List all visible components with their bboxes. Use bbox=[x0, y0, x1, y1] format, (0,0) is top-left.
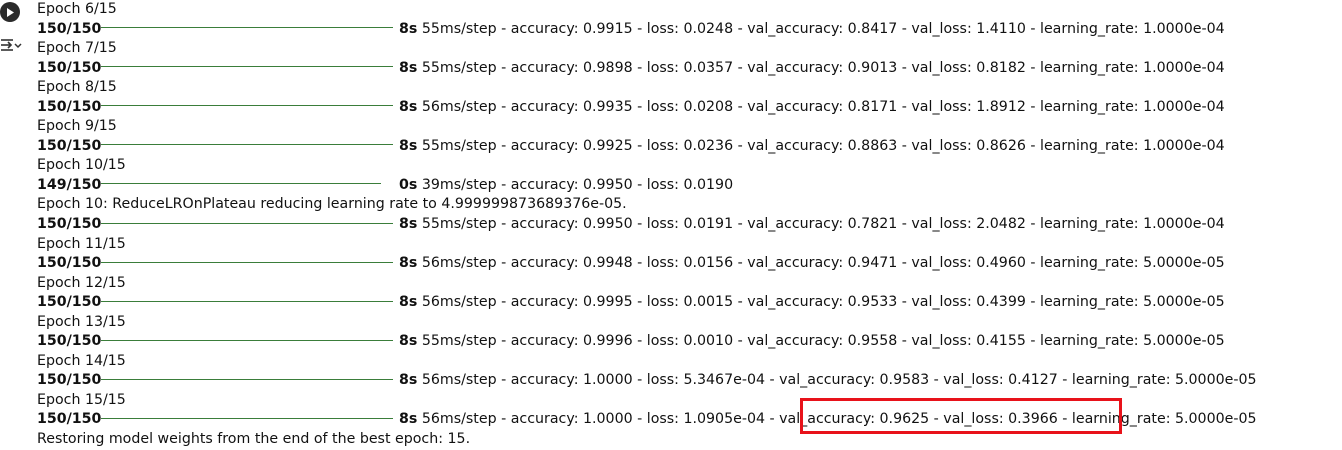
progress-bar bbox=[101, 378, 393, 380]
epoch-time: 8s bbox=[399, 20, 418, 37]
progress-bar bbox=[101, 66, 393, 68]
epoch-time: 8s bbox=[399, 216, 418, 233]
epoch-time: 8s bbox=[399, 137, 418, 154]
output-text-line: Epoch 9/15 bbox=[37, 118, 117, 135]
progress-bar bbox=[101, 300, 393, 302]
progress-bar bbox=[101, 261, 393, 263]
progress-bar bbox=[101, 27, 393, 29]
progress-line: 150/150 8s 55ms/step - accuracy: 0.9996 -… bbox=[37, 332, 1337, 352]
metrics-text: 56ms/step - accuracy: 0.9995 - loss: 0.0… bbox=[417, 294, 1225, 311]
progress-bar bbox=[101, 183, 381, 185]
progress-line: 150/150 8s 56ms/step - accuracy: 0.9995 -… bbox=[37, 293, 1337, 313]
step-count: 150/150 bbox=[37, 372, 102, 389]
cell-output: Epoch 6/15 150/150 8s 55ms/step - accuracy… bbox=[37, 0, 1337, 450]
progress-line: 150/150 8s 55ms/step - accuracy: 0.9898 -… bbox=[37, 59, 1337, 79]
metrics-text: 39ms/step - accuracy: 0.9950 - loss: 0.0… bbox=[417, 176, 734, 193]
output-text-line: Restoring model weights from the end of … bbox=[37, 431, 471, 448]
output-text-line: Epoch 8/15 bbox=[37, 79, 117, 96]
metrics-text: 55ms/step - accuracy: 0.9898 - loss: 0.0… bbox=[417, 59, 1225, 76]
output-toggle-icon[interactable] bbox=[0, 37, 24, 53]
output-text-line: Epoch 10/15 bbox=[37, 157, 126, 174]
epoch-time: 8s bbox=[399, 255, 418, 272]
progress-line: 150/150 8s 56ms/step - accuracy: 1.0000 -… bbox=[37, 371, 1337, 391]
progress-line: 150/150 8s 56ms/step - accuracy: 0.9948 -… bbox=[37, 254, 1337, 274]
progress-bar bbox=[101, 417, 393, 419]
output-text-line: Epoch 7/15 bbox=[37, 40, 117, 57]
step-count: 150/150 bbox=[37, 137, 102, 154]
progress-bar bbox=[101, 339, 393, 341]
play-icon[interactable] bbox=[0, 2, 20, 22]
output-text-line: Epoch 14/15 bbox=[37, 352, 126, 369]
epoch-time: 8s bbox=[399, 411, 418, 428]
output-text-line: Epoch 15/15 bbox=[37, 391, 126, 408]
metrics-text: 56ms/step - accuracy: 0.9948 - loss: 0.0… bbox=[417, 255, 1225, 272]
cell-gutter bbox=[0, 0, 36, 445]
epoch-time: 8s bbox=[399, 294, 418, 311]
progress-line: 150/150 8s 56ms/step - accuracy: 1.0000 -… bbox=[37, 410, 1337, 430]
step-count: 150/150 bbox=[37, 333, 102, 350]
progress-line: 150/150 8s 56ms/step - accuracy: 0.9935 -… bbox=[37, 98, 1337, 118]
output-text-line: Epoch 13/15 bbox=[37, 313, 126, 330]
step-count: 150/150 bbox=[37, 98, 102, 115]
epoch-time: 8s bbox=[399, 372, 418, 389]
output-text-line: Epoch 11/15 bbox=[37, 235, 126, 252]
step-count: 150/150 bbox=[37, 411, 102, 428]
progress-line: 150/150 8s 55ms/step - accuracy: 0.9950 -… bbox=[37, 215, 1337, 235]
metrics-text: 56ms/step - accuracy: 0.9935 - loss: 0.0… bbox=[417, 98, 1225, 115]
progress-bar bbox=[101, 105, 393, 107]
progress-line: 149/150 0s 39ms/step - accuracy: 0.9950 -… bbox=[37, 176, 1337, 196]
step-count: 150/150 bbox=[37, 59, 102, 76]
epoch-time: 8s bbox=[399, 333, 418, 350]
metrics-text: 55ms/step - accuracy: 0.9915 - loss: 0.0… bbox=[417, 20, 1225, 37]
epoch-time: 8s bbox=[399, 98, 418, 115]
metrics-text: 55ms/step - accuracy: 0.9996 - loss: 0.0… bbox=[417, 333, 1225, 350]
output-text-line: Epoch 6/15 bbox=[37, 1, 117, 17]
metrics-text: 55ms/step - accuracy: 0.9925 - loss: 0.0… bbox=[417, 137, 1225, 154]
step-count: 149/150 bbox=[37, 176, 102, 193]
progress-bar bbox=[101, 144, 393, 146]
epoch-time: 8s bbox=[399, 59, 418, 76]
metrics-text: 56ms/step - accuracy: 1.0000 - loss: 5.3… bbox=[417, 372, 1257, 389]
metrics-text: 55ms/step - accuracy: 0.9950 - loss: 0.0… bbox=[417, 216, 1225, 233]
metrics-text: 56ms/step - accuracy: 1.0000 - loss: 1.0… bbox=[417, 411, 1257, 428]
output-text-line: Epoch 10: ReduceLROnPlateau reducing lea… bbox=[37, 196, 627, 213]
step-count: 150/150 bbox=[37, 294, 102, 311]
epoch-time: 0s bbox=[399, 176, 418, 193]
step-count: 150/150 bbox=[37, 20, 102, 37]
progress-line: 150/150 8s 55ms/step - accuracy: 0.9915 -… bbox=[37, 20, 1337, 40]
progress-bar bbox=[101, 222, 393, 224]
output-text-line: Epoch 12/15 bbox=[37, 274, 126, 291]
step-count: 150/150 bbox=[37, 255, 102, 272]
progress-line: 150/150 8s 55ms/step - accuracy: 0.9925 -… bbox=[37, 137, 1337, 157]
step-count: 150/150 bbox=[37, 216, 102, 233]
